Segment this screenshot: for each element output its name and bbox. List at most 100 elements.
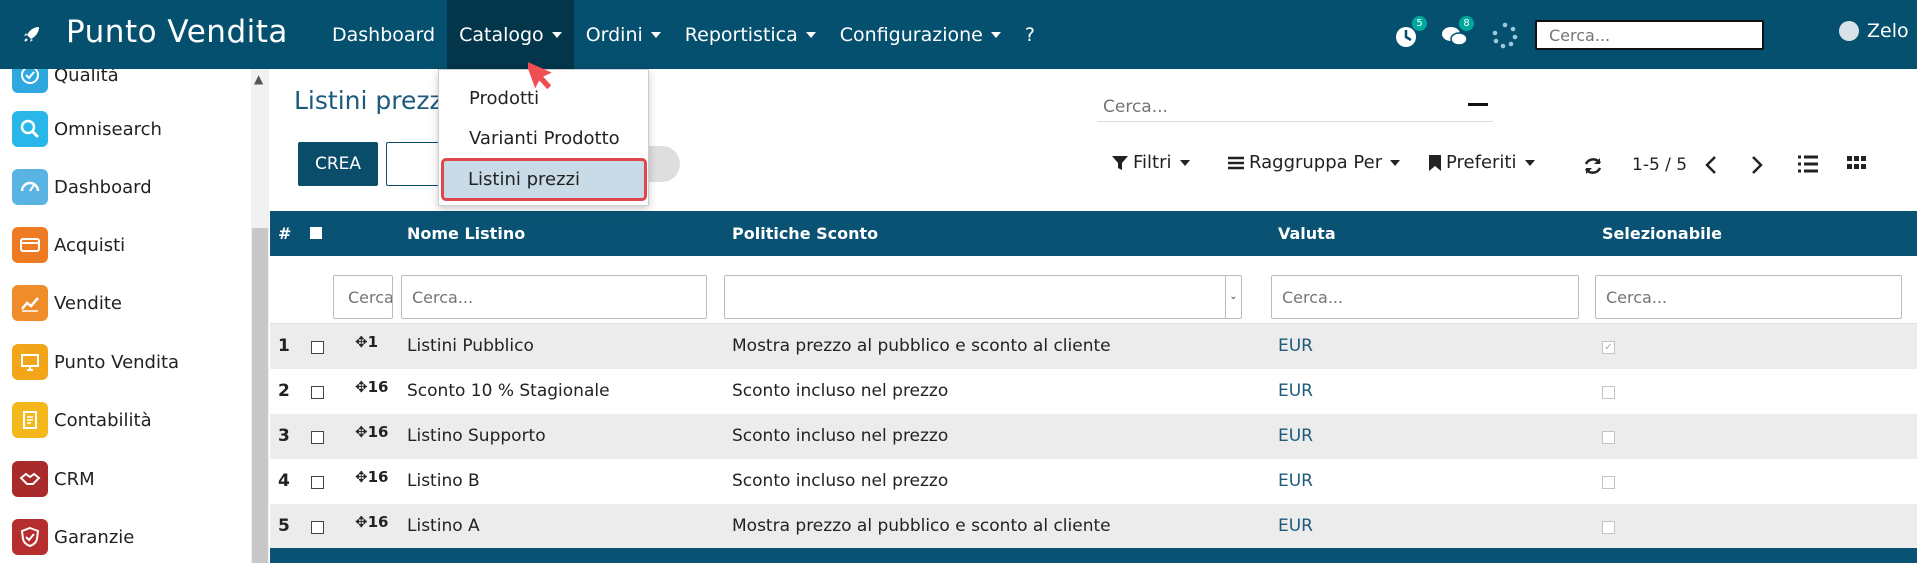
filter-policy-select[interactable]: ⌄ [724, 275, 1242, 319]
column-header-currency[interactable]: Valuta [1278, 224, 1336, 243]
caret-down-icon [1390, 159, 1401, 166]
sidebar-item-acquisti[interactable]: Acquisti [12, 225, 125, 265]
column-header-selectable[interactable]: Selezionabile [1602, 224, 1722, 243]
column-header-discount-policy[interactable]: Politiche Sconto [732, 224, 878, 243]
sidebar-item-label: Punto Vendita [54, 351, 180, 373]
mouse-pointer-icon [528, 60, 552, 90]
filters-dropdown[interactable]: Filtri [1111, 152, 1190, 173]
activities-clock-icon[interactable]: 5 [1393, 16, 1427, 50]
sidebar-item-crm[interactable]: CRM [12, 459, 95, 499]
sidebar-item-label: Qualità [54, 69, 119, 86]
menu-label: Dashboard [332, 23, 436, 46]
pager-value[interactable]: 1-5 / 5 [1632, 155, 1687, 175]
row-currency-link[interactable]: EUR [1278, 336, 1313, 356]
sidebar-scroll-thumb[interactable] [252, 228, 268, 563]
table-row[interactable]: 5 ✥16 Listino A Mostra prezzo al pubblic… [270, 504, 1917, 549]
dropdown-item-varianti-prodotto[interactable]: Varianti Prodotto [469, 128, 620, 149]
menu-dashboard[interactable]: Dashboard [320, 0, 447, 69]
filter-currency-input[interactable] [1271, 275, 1579, 319]
column-header-name[interactable]: Nome Listino [407, 224, 525, 243]
filter-selectable-input[interactable] [1595, 275, 1902, 319]
row-discount-policy: Sconto incluso nel prezzo [732, 381, 949, 401]
menu-ordini[interactable]: Ordini [574, 0, 673, 69]
row-index: 5 [278, 516, 290, 536]
table-footer [270, 548, 1917, 563]
groupby-dropdown[interactable]: Raggruppa Per [1227, 152, 1401, 173]
filter-sequence-input[interactable] [333, 275, 393, 319]
row-selectable-checkbox [1602, 386, 1615, 399]
list-lines-icon [1228, 156, 1244, 169]
menu-label: Ordini [585, 23, 643, 46]
sidebar-item-label: Garanzie [54, 526, 135, 548]
row-selectable-checkbox-checked: ✓ [1602, 341, 1615, 354]
kanban-grid-icon[interactable] [1846, 155, 1866, 173]
row-checkbox[interactable] [311, 476, 324, 489]
rocket-icon[interactable] [22, 24, 42, 44]
row-name: Listino B [407, 471, 480, 491]
dropdown-item-label: Listini prezzi [468, 169, 580, 190]
drag-handle-icon[interactable]: ✥16 [355, 378, 388, 396]
row-index: 2 [278, 381, 290, 401]
row-checkbox[interactable] [311, 521, 324, 534]
sidebar-item-label: Acquisti [54, 234, 126, 256]
row-currency-link[interactable]: EUR [1278, 426, 1313, 446]
drag-handle-icon[interactable]: ✥16 [355, 468, 388, 486]
scroll-up-arrow-icon[interactable]: ▲ [254, 72, 263, 86]
user-menu[interactable]: Zelo [1839, 20, 1909, 42]
list-view-icon[interactable] [1797, 154, 1819, 174]
row-currency-link[interactable]: EUR [1278, 516, 1313, 536]
table-row[interactable]: 4 ✥16 Listino B Sconto incluso nel prezz… [270, 459, 1917, 504]
row-checkbox[interactable] [311, 431, 324, 444]
dropdown-item-prodotti[interactable]: Prodotti [469, 88, 539, 109]
search-input[interactable] [1097, 92, 1493, 122]
row-sequence: 16 [367, 423, 389, 441]
chevron-left-icon[interactable] [1704, 155, 1718, 175]
drag-handle-icon[interactable]: ✥1 [355, 333, 378, 351]
sidebar-item-punto-vendita[interactable]: Punto Vendita [12, 342, 179, 382]
row-name: Listini Pubblico [407, 336, 534, 356]
drag-handle-icon[interactable]: ✥16 [355, 513, 388, 531]
menu-help[interactable]: ? [1013, 0, 1047, 69]
sidebar-item-dashboard[interactable]: Dashboard [12, 167, 152, 207]
chevron-right-icon[interactable] [1750, 155, 1764, 175]
messages-badge: 8 [1459, 16, 1474, 31]
row-currency-link[interactable]: EUR [1278, 471, 1313, 491]
favorites-label: Preferiti [1446, 152, 1517, 173]
sidebar-item-omnisearch[interactable]: Omnisearch [12, 109, 162, 149]
sidebar-item-vendite[interactable]: Vendite [12, 283, 122, 323]
create-button[interactable]: CREA [298, 142, 378, 186]
app-brand[interactable]: Punto Vendita [66, 14, 288, 50]
row-discount-policy: Sconto incluso nel prezzo [732, 426, 949, 446]
row-index: 3 [278, 426, 290, 446]
avatar [1839, 21, 1859, 41]
table-row[interactable]: 3 ✥16 Listino Supporto Sconto incluso ne… [270, 414, 1917, 459]
select-all-checkbox[interactable] [310, 227, 322, 239]
sidebar-item-contabilita[interactable]: Contabilità [12, 400, 152, 440]
trend-chart-icon [12, 285, 48, 321]
filters-label: Filtri [1133, 152, 1172, 173]
row-checkbox[interactable] [311, 341, 324, 354]
user-name: Zelo [1867, 20, 1909, 42]
dropdown-item-listini-prezzi[interactable]: Listini prezzi [441, 158, 647, 201]
refresh-icon[interactable] [1582, 155, 1604, 177]
row-discount-policy: Sconto incluso nel prezzo [732, 471, 949, 491]
row-index: 4 [278, 471, 290, 491]
handshake-icon [12, 461, 48, 497]
menu-reportistica[interactable]: Reportistica [673, 0, 828, 69]
search-facet-remove-icon[interactable] [1468, 103, 1488, 106]
filter-name-input[interactable] [401, 275, 707, 319]
table-row[interactable]: 1 ✥1 Listini Pubblico Mostra prezzo al p… [270, 324, 1917, 369]
favorites-dropdown[interactable]: Preferiti [1428, 152, 1535, 173]
row-index: 1 [278, 336, 290, 356]
table-row[interactable]: 2 ✥16 Sconto 10 % Stagionale Sconto incl… [270, 369, 1917, 414]
global-search-input[interactable] [1535, 20, 1764, 50]
menu-configurazione[interactable]: Configurazione [828, 0, 1013, 69]
sidebar-item-garanzie[interactable]: Garanzie [12, 517, 134, 557]
messages-chat-icon[interactable]: 8 [1440, 16, 1474, 50]
menu-label: Configurazione [839, 23, 983, 46]
drag-handle-icon[interactable]: ✥16 [355, 423, 388, 441]
row-currency-link[interactable]: EUR [1278, 381, 1313, 401]
sidebar-item-qualita[interactable]: Qualità [12, 69, 119, 95]
row-checkbox[interactable] [311, 386, 324, 399]
activities-badge: 5 [1412, 16, 1427, 31]
